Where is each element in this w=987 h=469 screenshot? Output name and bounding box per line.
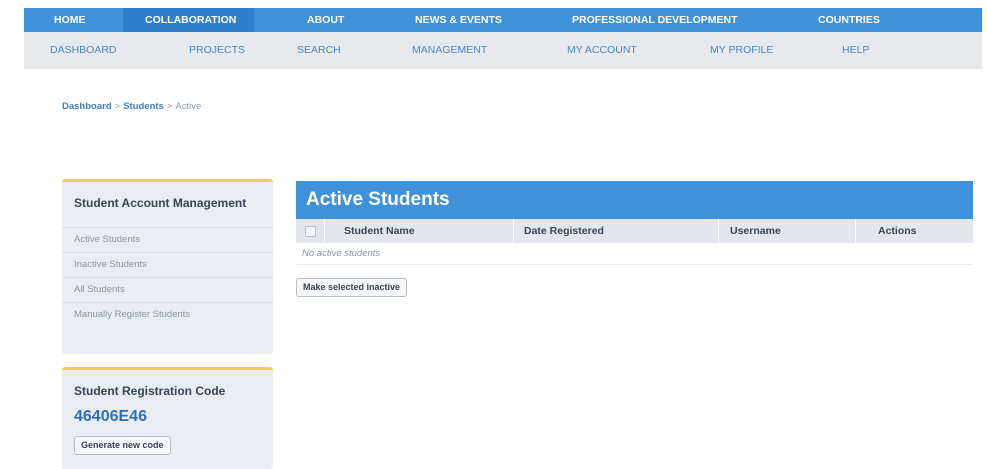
breadcrumb-dashboard[interactable]: Dashboard bbox=[62, 101, 112, 112]
breadcrumb-separator: > bbox=[166, 101, 173, 112]
panel-title: Student Registration Code bbox=[74, 384, 226, 398]
column-divider bbox=[513, 219, 514, 243]
nav-collaboration[interactable]: COLLABORATION bbox=[123, 8, 255, 32]
breadcrumb-separator: > bbox=[114, 101, 121, 112]
generate-code-button[interactable]: Generate new code bbox=[74, 436, 171, 455]
sidebar-link-all-students[interactable]: All Students bbox=[62, 278, 273, 303]
column-divider bbox=[718, 219, 719, 243]
breadcrumb-students[interactable]: Students bbox=[123, 101, 164, 112]
subnav-management[interactable]: MANAGEMENT bbox=[412, 32, 487, 69]
checkbox-icon[interactable] bbox=[305, 226, 316, 237]
panel-title: Student Account Management bbox=[62, 182, 273, 228]
nav-home[interactable]: HOME bbox=[54, 8, 86, 32]
subnav-search[interactable]: SEARCH bbox=[297, 32, 341, 69]
table-header: Student Name Date Registered Username Ac… bbox=[296, 219, 973, 243]
empty-table-message: No active students bbox=[296, 243, 973, 265]
nav-about[interactable]: ABOUT bbox=[307, 8, 344, 32]
sidebar-link-active-students[interactable]: Active Students bbox=[62, 228, 273, 253]
column-student-name[interactable]: Student Name bbox=[344, 219, 415, 243]
subnav-my-account[interactable]: MY ACCOUNT bbox=[567, 32, 637, 69]
breadcrumb-current: Active bbox=[175, 101, 202, 112]
subnav-projects[interactable]: PROJECTS bbox=[189, 32, 245, 69]
column-actions: Actions bbox=[878, 225, 917, 237]
account-management-panel: Student Account Management Active Studen… bbox=[62, 179, 273, 354]
page-title: Active Students bbox=[296, 181, 973, 219]
column-username[interactable]: Username bbox=[730, 219, 781, 243]
top-nav: HOME COLLABORATION ABOUT NEWS & EVENTS P… bbox=[24, 8, 982, 32]
subnav-my-profile[interactable]: MY PROFILE bbox=[710, 32, 773, 69]
sub-nav: DASHBOARD PROJECTS SEARCH MANAGEMENT MY … bbox=[24, 32, 982, 69]
column-divider bbox=[855, 219, 856, 243]
nav-professional-development[interactable]: PROFESSIONAL DEVELOPMENT bbox=[572, 8, 738, 32]
registration-code-panel: Student Registration Code 46406E46 Gener… bbox=[62, 367, 273, 469]
registration-code: 46406E46 bbox=[74, 408, 147, 425]
nav-news-events[interactable]: NEWS & EVENTS bbox=[415, 8, 502, 32]
column-divider bbox=[324, 219, 325, 243]
subnav-dashboard[interactable]: DASHBOARD bbox=[50, 32, 117, 69]
sidebar-link-manually-register[interactable]: Manually Register Students bbox=[62, 303, 273, 327]
subnav-help[interactable]: HELP bbox=[842, 32, 869, 69]
sidebar-link-inactive-students[interactable]: Inactive Students bbox=[62, 253, 273, 278]
nav-countries[interactable]: COUNTRIES bbox=[818, 8, 880, 32]
breadcrumb: Dashboard > Students > Active bbox=[62, 101, 201, 112]
make-inactive-button[interactable]: Make selected inactive bbox=[296, 278, 408, 297]
column-date-registered[interactable]: Date Registered bbox=[524, 219, 604, 243]
